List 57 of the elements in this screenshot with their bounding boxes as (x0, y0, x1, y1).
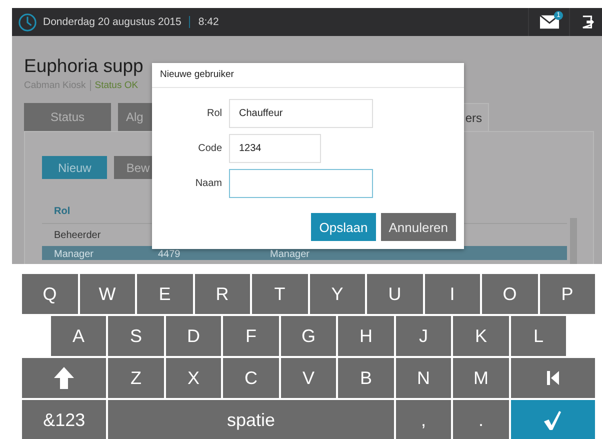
key[interactable]: V (280, 358, 336, 398)
status-text: Status OK (94, 80, 138, 91)
key[interactable]: F (223, 316, 279, 356)
field-label: Naam (194, 178, 223, 189)
key[interactable]: S (108, 316, 164, 356)
key[interactable]: I (424, 274, 480, 314)
up-arrow-icon (54, 367, 74, 389)
dialog-title: Nieuwe gebruiker (152, 63, 464, 88)
key[interactable]: Z (108, 358, 164, 398)
page-title: Euphoria supp (24, 54, 144, 78)
input-field[interactable] (229, 169, 373, 198)
scrollbar[interactable] (570, 218, 577, 264)
key[interactable]: B (338, 358, 394, 398)
key[interactable]: A (50, 316, 106, 356)
key[interactable]: L (510, 316, 566, 356)
save-button[interactable]: Opslaan (311, 213, 376, 241)
key[interactable]: &123 (22, 400, 106, 439)
shift-key[interactable] (22, 358, 106, 398)
key[interactable]: T (252, 274, 308, 314)
key[interactable]: G (280, 316, 336, 356)
enter-key[interactable] (510, 400, 595, 439)
key[interactable]: K (453, 316, 509, 356)
key[interactable]: W (80, 274, 135, 314)
key[interactable]: U (367, 274, 422, 314)
date-text: Donderdag 20 augustus 2015 (43, 16, 190, 28)
key[interactable]: , (396, 400, 452, 439)
key[interactable]: X (166, 358, 222, 398)
logout-icon[interactable] (582, 15, 595, 29)
input-field[interactable]: 1234 (229, 134, 321, 163)
key[interactable]: O (482, 274, 538, 314)
clock-icon (18, 12, 37, 32)
key[interactable]: Y (310, 274, 365, 314)
key[interactable]: D (166, 316, 222, 356)
table-cell-text: Manager (54, 249, 94, 260)
checkmark-icon (543, 410, 562, 430)
skip-back-icon (546, 371, 559, 385)
time-text: 8:42 (197, 16, 219, 28)
backspace-key[interactable] (510, 358, 595, 398)
column-header: Rol (54, 206, 70, 217)
table-cell: Manager (270, 249, 310, 260)
key[interactable]: R (194, 274, 250, 314)
key[interactable]: N (396, 358, 452, 398)
input-field[interactable]: Chauffeur (229, 99, 373, 128)
key[interactable]: M (453, 358, 509, 398)
key[interactable]: J (396, 316, 452, 356)
key[interactable]: H (338, 316, 394, 356)
key[interactable]: C (223, 358, 279, 398)
key[interactable]: P (540, 274, 595, 314)
cancel-button[interactable]: Annuleren (380, 213, 456, 241)
key[interactable]: Q (22, 274, 78, 314)
mail-icon[interactable] (540, 15, 558, 29)
field-label: Rol (206, 108, 223, 119)
field-label: Code (197, 143, 223, 154)
key[interactable]: . (453, 400, 509, 439)
key[interactable]: E (137, 274, 192, 314)
space-key[interactable]: spatie (108, 400, 394, 439)
table-cell-text: 4479 (158, 249, 182, 260)
